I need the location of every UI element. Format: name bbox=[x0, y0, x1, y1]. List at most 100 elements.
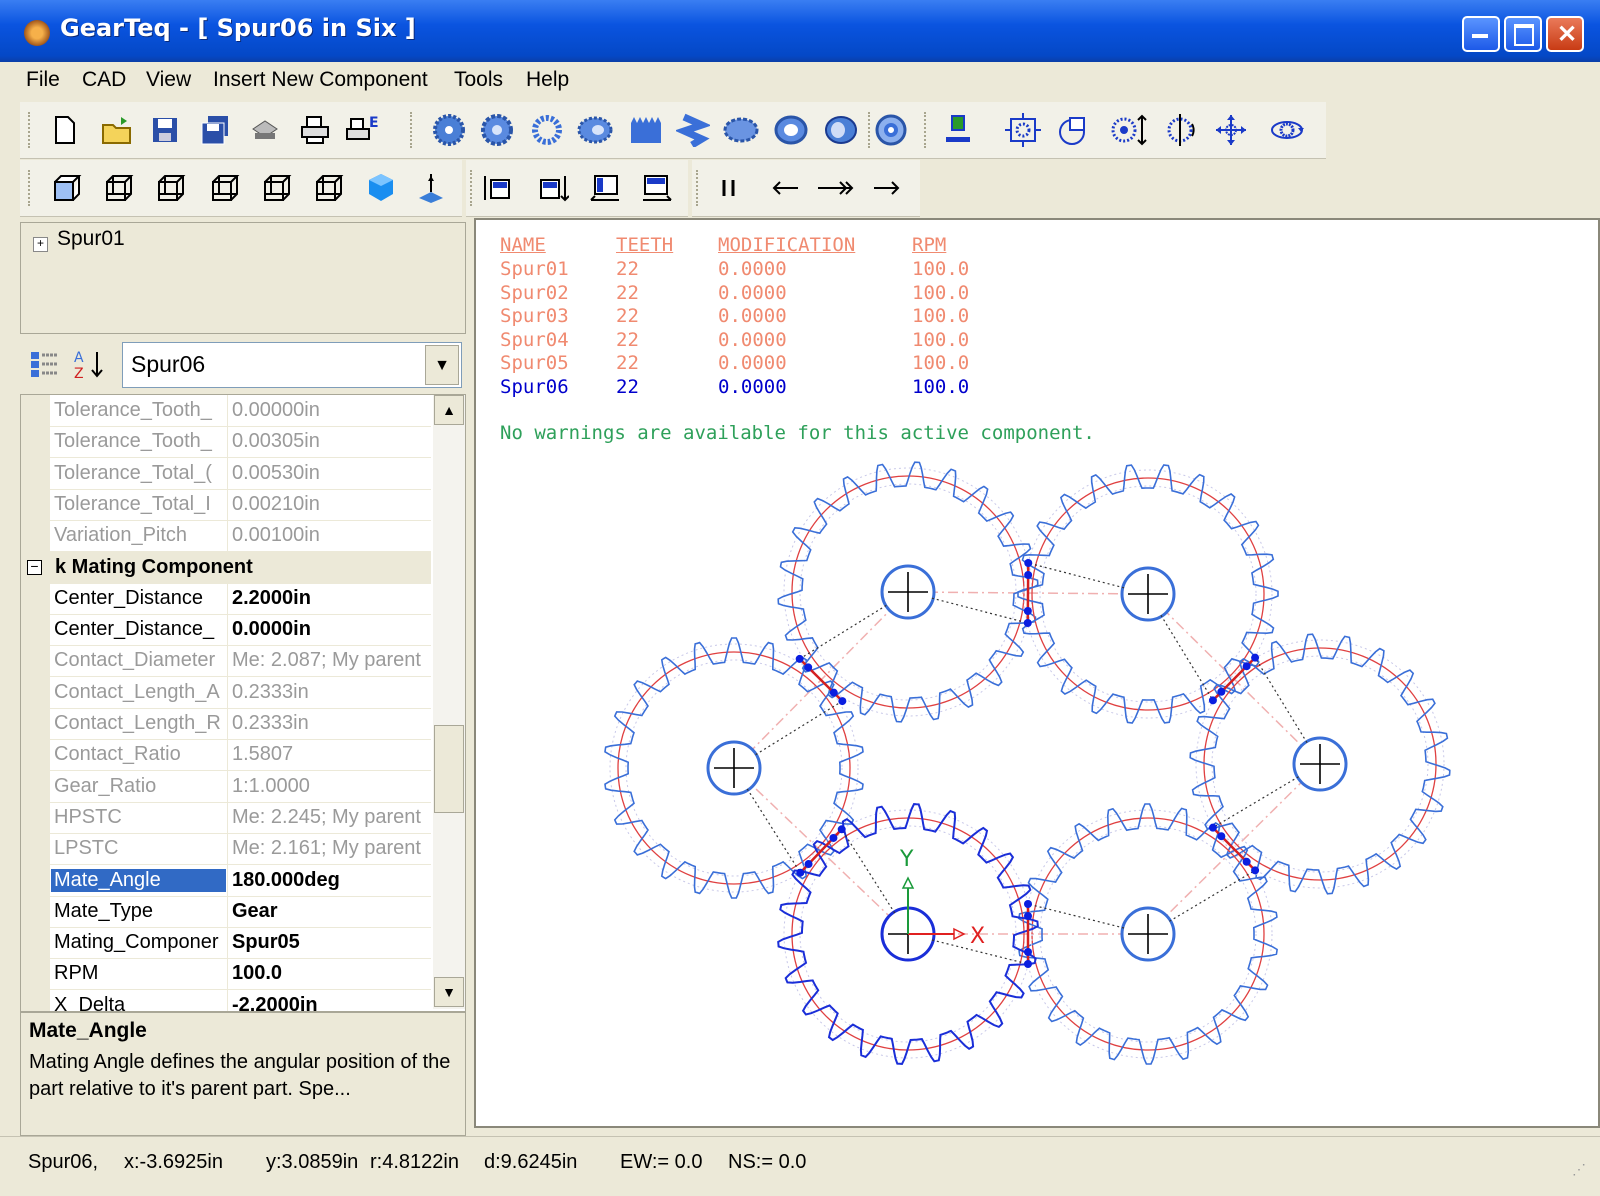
property-value[interactable]: Me: 2.245; My parent bbox=[232, 806, 430, 829]
align-left-icon[interactable] bbox=[586, 169, 624, 207]
new-file-icon[interactable] bbox=[46, 111, 84, 149]
property-scrollbar[interactable]: ▲ ▼ bbox=[433, 395, 465, 1009]
print-icon[interactable] bbox=[296, 111, 334, 149]
zoom-window-icon[interactable] bbox=[1056, 111, 1094, 149]
pause-icon[interactable] bbox=[710, 169, 748, 207]
spur-gear-icon[interactable] bbox=[430, 111, 468, 149]
property-row[interactable]: Tolerance_Total_I 0.00210in bbox=[21, 488, 431, 521]
view-iso-axis-icon[interactable] bbox=[412, 169, 450, 207]
bevel-gear-icon[interactable] bbox=[576, 111, 614, 149]
minimize-button[interactable] bbox=[1462, 16, 1500, 52]
property-value[interactable]: 0.2333in bbox=[232, 681, 430, 704]
property-row[interactable]: Mate_Angle 180.000deg bbox=[21, 864, 431, 897]
property-row[interactable]: Tolerance_Tooth_ 0.00000in bbox=[21, 395, 431, 427]
scroll-thumb[interactable] bbox=[434, 725, 464, 813]
property-row[interactable]: RPM 100.0 bbox=[21, 958, 431, 991]
gear-set-icon[interactable] bbox=[872, 111, 910, 149]
open-folder-icon[interactable] bbox=[98, 111, 136, 149]
menu-insert-new-component[interactable]: Insert New Component bbox=[213, 68, 428, 92]
align-right-icon[interactable] bbox=[638, 169, 676, 207]
collapse-icon[interactable]: − bbox=[27, 559, 42, 575]
property-row[interactable]: Contact_Length_R 0.2333in bbox=[21, 708, 431, 740]
zoom-in-out-icon[interactable] bbox=[1110, 111, 1148, 149]
property-value[interactable]: 1.5807 bbox=[232, 743, 430, 766]
rotate-view-icon[interactable] bbox=[1162, 111, 1200, 149]
pan-icon[interactable] bbox=[1212, 111, 1250, 149]
helical-gear-icon[interactable] bbox=[478, 111, 516, 149]
property-row[interactable]: Center_Distance 2.2000in bbox=[21, 582, 431, 615]
property-row[interactable]: Mate_Type Gear bbox=[21, 895, 431, 928]
property-value[interactable]: 0.00100in bbox=[232, 524, 430, 547]
zoom-extents-icon[interactable] bbox=[1004, 111, 1042, 149]
tree-node-spur01[interactable]: Spur01 bbox=[57, 227, 125, 251]
export-icon[interactable]: E bbox=[344, 111, 382, 149]
sort-alphabetical-icon[interactable]: AZ bbox=[70, 346, 110, 382]
fast-forward-icon[interactable] bbox=[816, 169, 854, 207]
graphics-viewport[interactable]: NAME TEETH MODIFICATION RPM Spur01 22 0.0000 10… bbox=[474, 218, 1600, 1128]
menu-help[interactable]: Help bbox=[526, 68, 569, 92]
gear-spur05[interactable] bbox=[1018, 803, 1278, 1065]
menu-view[interactable]: View bbox=[146, 68, 191, 92]
view-right-icon[interactable] bbox=[206, 169, 244, 207]
property-value[interactable]: 0.0000in bbox=[232, 618, 430, 641]
spin-view-icon[interactable] bbox=[1268, 111, 1306, 149]
property-value[interactable]: 100.0 bbox=[232, 962, 430, 985]
property-row[interactable]: Tolerance_Tooth_ 0.00305in bbox=[21, 426, 431, 459]
scroll-down-icon[interactable]: ▼ bbox=[434, 977, 464, 1007]
print-preview-icon[interactable] bbox=[246, 111, 284, 149]
view-left-icon[interactable] bbox=[152, 169, 190, 207]
property-value[interactable]: Gear bbox=[232, 900, 430, 923]
menu-cad[interactable]: CAD bbox=[82, 68, 126, 92]
save-all-icon[interactable] bbox=[196, 111, 234, 149]
gear-spur04[interactable] bbox=[1189, 633, 1451, 895]
face-gear-icon[interactable] bbox=[772, 111, 810, 149]
step-back-icon[interactable] bbox=[766, 169, 804, 207]
gear-drawing[interactable]: XY bbox=[476, 220, 1598, 1126]
align-bottom-icon[interactable] bbox=[534, 169, 572, 207]
resize-grip-icon[interactable]: ⋰ bbox=[1572, 1161, 1586, 1178]
view-top-icon[interactable] bbox=[258, 169, 296, 207]
worm-icon[interactable] bbox=[674, 111, 712, 149]
tree-expand-icon[interactable]: + bbox=[33, 237, 48, 252]
property-row[interactable]: Mating_Componer Spur05 bbox=[21, 927, 431, 960]
property-value[interactable]: 0.00530in bbox=[232, 462, 430, 485]
property-row[interactable]: LPSTC Me: 2.161; My parent bbox=[21, 833, 431, 866]
view-front-icon[interactable] bbox=[48, 169, 86, 207]
property-value[interactable]: 0.00305in bbox=[232, 430, 430, 453]
categorized-icon[interactable] bbox=[26, 346, 62, 382]
property-row[interactable]: Contact_Length_A 0.2333in bbox=[21, 676, 431, 709]
worm-gear-icon[interactable] bbox=[722, 111, 760, 149]
property-row[interactable]: Contact_Diameter Me: 2.087; My parent bbox=[21, 645, 431, 678]
gear-spur02[interactable] bbox=[777, 461, 1039, 723]
scroll-up-icon[interactable]: ▲ bbox=[434, 395, 464, 425]
property-row[interactable]: Tolerance_Total_(0.00530in bbox=[21, 457, 431, 490]
property-row[interactable]: Center_Distance_ 0.0000in bbox=[21, 614, 431, 647]
property-row[interactable]: X_Delta -2.2000in bbox=[21, 989, 431, 1011]
view-bottom-icon[interactable] bbox=[310, 169, 348, 207]
property-row[interactable]: Gear_Ratio 1:1.0000 bbox=[21, 770, 431, 803]
view-back-icon[interactable] bbox=[100, 169, 138, 207]
property-value[interactable]: 0.00210in bbox=[232, 493, 430, 516]
align-top-icon[interactable] bbox=[478, 169, 516, 207]
chevron-down-icon[interactable]: ▼ bbox=[425, 345, 459, 385]
close-button[interactable]: ✕ bbox=[1546, 16, 1584, 52]
component-selector[interactable]: Spur06 ▼ bbox=[122, 342, 462, 388]
property-value[interactable]: 0.2333in bbox=[232, 712, 430, 735]
property-value[interactable]: Me: 2.087; My parent bbox=[232, 649, 430, 672]
property-value[interactable]: 2.2000in bbox=[232, 587, 430, 610]
step-forward-icon[interactable] bbox=[868, 169, 906, 207]
property-value[interactable]: Me: 2.161; My parent bbox=[232, 837, 430, 860]
menu-file[interactable]: File bbox=[26, 68, 60, 92]
ring-gear-icon[interactable] bbox=[822, 111, 860, 149]
property-category[interactable]: − k Mating Component bbox=[21, 551, 431, 584]
view-shaded-icon[interactable] bbox=[362, 169, 400, 207]
maximize-button[interactable] bbox=[1504, 16, 1542, 52]
property-value[interactable]: -2.2000in bbox=[232, 994, 430, 1011]
property-row[interactable]: Contact_Ratio 1.5807 bbox=[21, 739, 431, 772]
property-value[interactable]: 0.00000in bbox=[232, 399, 430, 422]
menu-tools[interactable]: Tools bbox=[454, 68, 503, 92]
rack-icon[interactable] bbox=[626, 111, 664, 149]
internal-gear-icon[interactable] bbox=[528, 111, 566, 149]
save-icon[interactable] bbox=[146, 111, 184, 149]
property-value[interactable]: 1:1.0000 bbox=[232, 775, 430, 798]
